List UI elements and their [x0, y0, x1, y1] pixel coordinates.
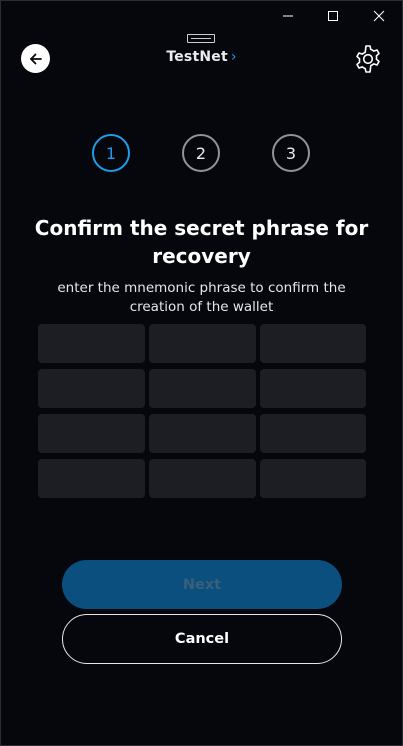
mnemonic-word-field-3[interactable]: [260, 324, 366, 363]
mnemonic-word-field-9[interactable]: [260, 414, 366, 453]
minimize-icon: [283, 15, 293, 17]
mnemonic-word-field-4[interactable]: [38, 369, 145, 408]
maximize-icon: [328, 11, 338, 21]
mnemonic-word-field-6[interactable]: [260, 369, 366, 408]
settings-button[interactable]: [352, 43, 384, 75]
mnemonic-grid: [38, 324, 366, 498]
mnemonic-word-field-7[interactable]: [38, 414, 145, 453]
chevron-right-icon: ›: [230, 49, 237, 65]
mnemonic-word-field-10[interactable]: [38, 459, 145, 498]
step-1-indicator: 1: [92, 134, 130, 172]
step-3-indicator: 3: [272, 134, 310, 172]
maximize-button[interactable]: [310, 0, 356, 32]
gear-icon: [356, 45, 380, 73]
mnemonic-word-field-2[interactable]: [149, 324, 256, 363]
minimize-button[interactable]: [265, 0, 311, 32]
drag-handle-icon[interactable]: [187, 34, 215, 43]
close-button[interactable]: [356, 0, 402, 32]
next-button[interactable]: Next: [62, 560, 342, 609]
cancel-button[interactable]: Cancel: [62, 614, 342, 664]
mnemonic-word-field-8[interactable]: [149, 414, 256, 453]
mnemonic-word-field-12[interactable]: [260, 459, 366, 498]
page-subtitle: enter the mnemonic phrase to confirm the…: [57, 280, 346, 315]
network-label: TestNet: [166, 49, 228, 65]
mnemonic-word-field-11[interactable]: [149, 459, 256, 498]
mnemonic-word-field-5[interactable]: [149, 369, 256, 408]
mnemonic-word-field-1[interactable]: [38, 324, 145, 363]
network-selector[interactable]: TestNet ›: [0, 49, 403, 65]
close-icon: [373, 10, 385, 22]
step-2-indicator: 2: [182, 134, 220, 172]
page-title: Confirm the secret phrase for recovery: [34, 216, 369, 268]
title-bar: [0, 0, 403, 32]
